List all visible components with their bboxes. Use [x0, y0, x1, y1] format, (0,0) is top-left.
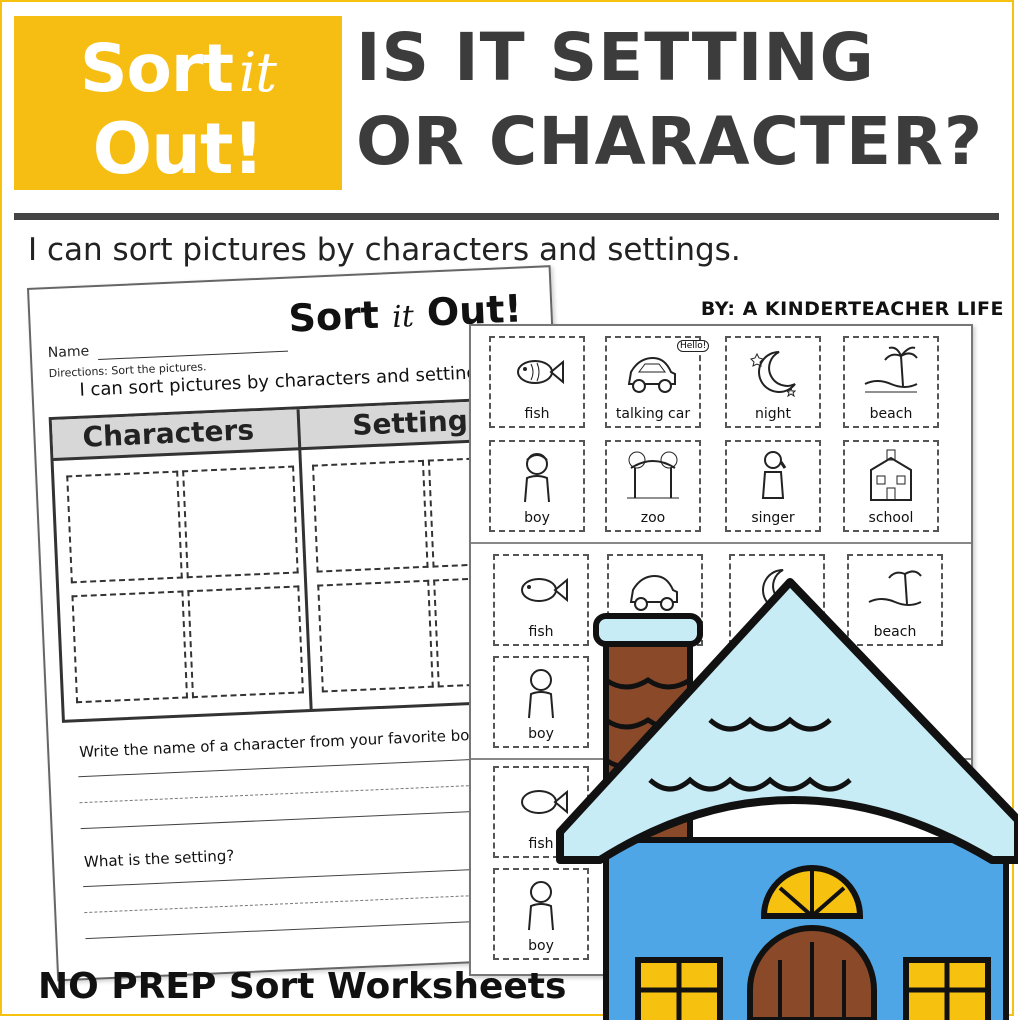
drop-box: [317, 579, 434, 693]
logo-word-sort: Sort: [80, 30, 234, 107]
sort-it-out-logo: Sort it Out!: [14, 16, 342, 190]
question-setting: What is the setting?: [83, 846, 235, 872]
name-line: [98, 350, 289, 360]
beach-icon: [864, 346, 918, 393]
card-school: school: [843, 440, 939, 532]
card-label: night: [754, 406, 791, 422]
logo-word-it: it: [239, 41, 277, 104]
card-fish: fish: [489, 336, 585, 428]
cut-line: [471, 542, 971, 544]
card-label: boy: [524, 510, 550, 526]
page-title: IS IT SETTING OR CHARACTER?: [356, 16, 1006, 184]
drop-box: [311, 459, 429, 573]
school-icon: [870, 449, 912, 501]
drop-box: [187, 585, 304, 699]
singer-icon: [761, 451, 787, 499]
title-line1: IS IT SETTING: [356, 19, 875, 96]
zoo-icon: [627, 451, 679, 499]
drop-box: [182, 465, 299, 579]
drop-box: [71, 590, 189, 704]
logo-line1: Sort it: [14, 30, 342, 107]
moon-icon: [750, 351, 797, 398]
house-illustration: [556, 578, 1018, 1020]
learning-goal: I can sort pictures by characters and se…: [28, 232, 741, 268]
card-night: night: [725, 336, 821, 428]
worksheet-title-it: it: [391, 299, 415, 336]
card-label: talking car: [615, 406, 691, 422]
title-divider: [14, 213, 999, 220]
fish-icon: [517, 359, 564, 385]
settings-heading: Settings: [351, 403, 486, 442]
chimney-snow: [593, 613, 703, 647]
card-label: beach: [869, 406, 913, 422]
drop-box: [66, 470, 183, 584]
name-label: Name: [47, 343, 90, 362]
logo-line2: Out!: [92, 108, 265, 190]
card-singer: singer: [725, 440, 821, 532]
card-label: school: [868, 510, 914, 526]
card-label: fish: [524, 406, 550, 422]
question-character: Write the name of a character from your …: [78, 725, 493, 762]
footer-caption: NO PREP Sort Worksheets: [38, 966, 567, 1007]
boy-icon: [524, 453, 550, 503]
title-line2: OR CHARACTER?: [356, 103, 984, 180]
author-byline: BY: A KINDERTEACHER LIFE: [700, 298, 1004, 320]
card-label: singer: [751, 510, 795, 526]
card-talking-car: Hello! talking car: [605, 336, 710, 428]
worksheet-title-sort: Sort: [287, 292, 380, 341]
speech-bubble: Hello!: [677, 340, 710, 352]
card-label: zoo: [640, 510, 666, 526]
card-beach: beach: [843, 336, 939, 428]
car-icon: [627, 356, 676, 393]
card-boy: boy: [489, 440, 585, 532]
card-zoo: zoo: [605, 440, 701, 532]
